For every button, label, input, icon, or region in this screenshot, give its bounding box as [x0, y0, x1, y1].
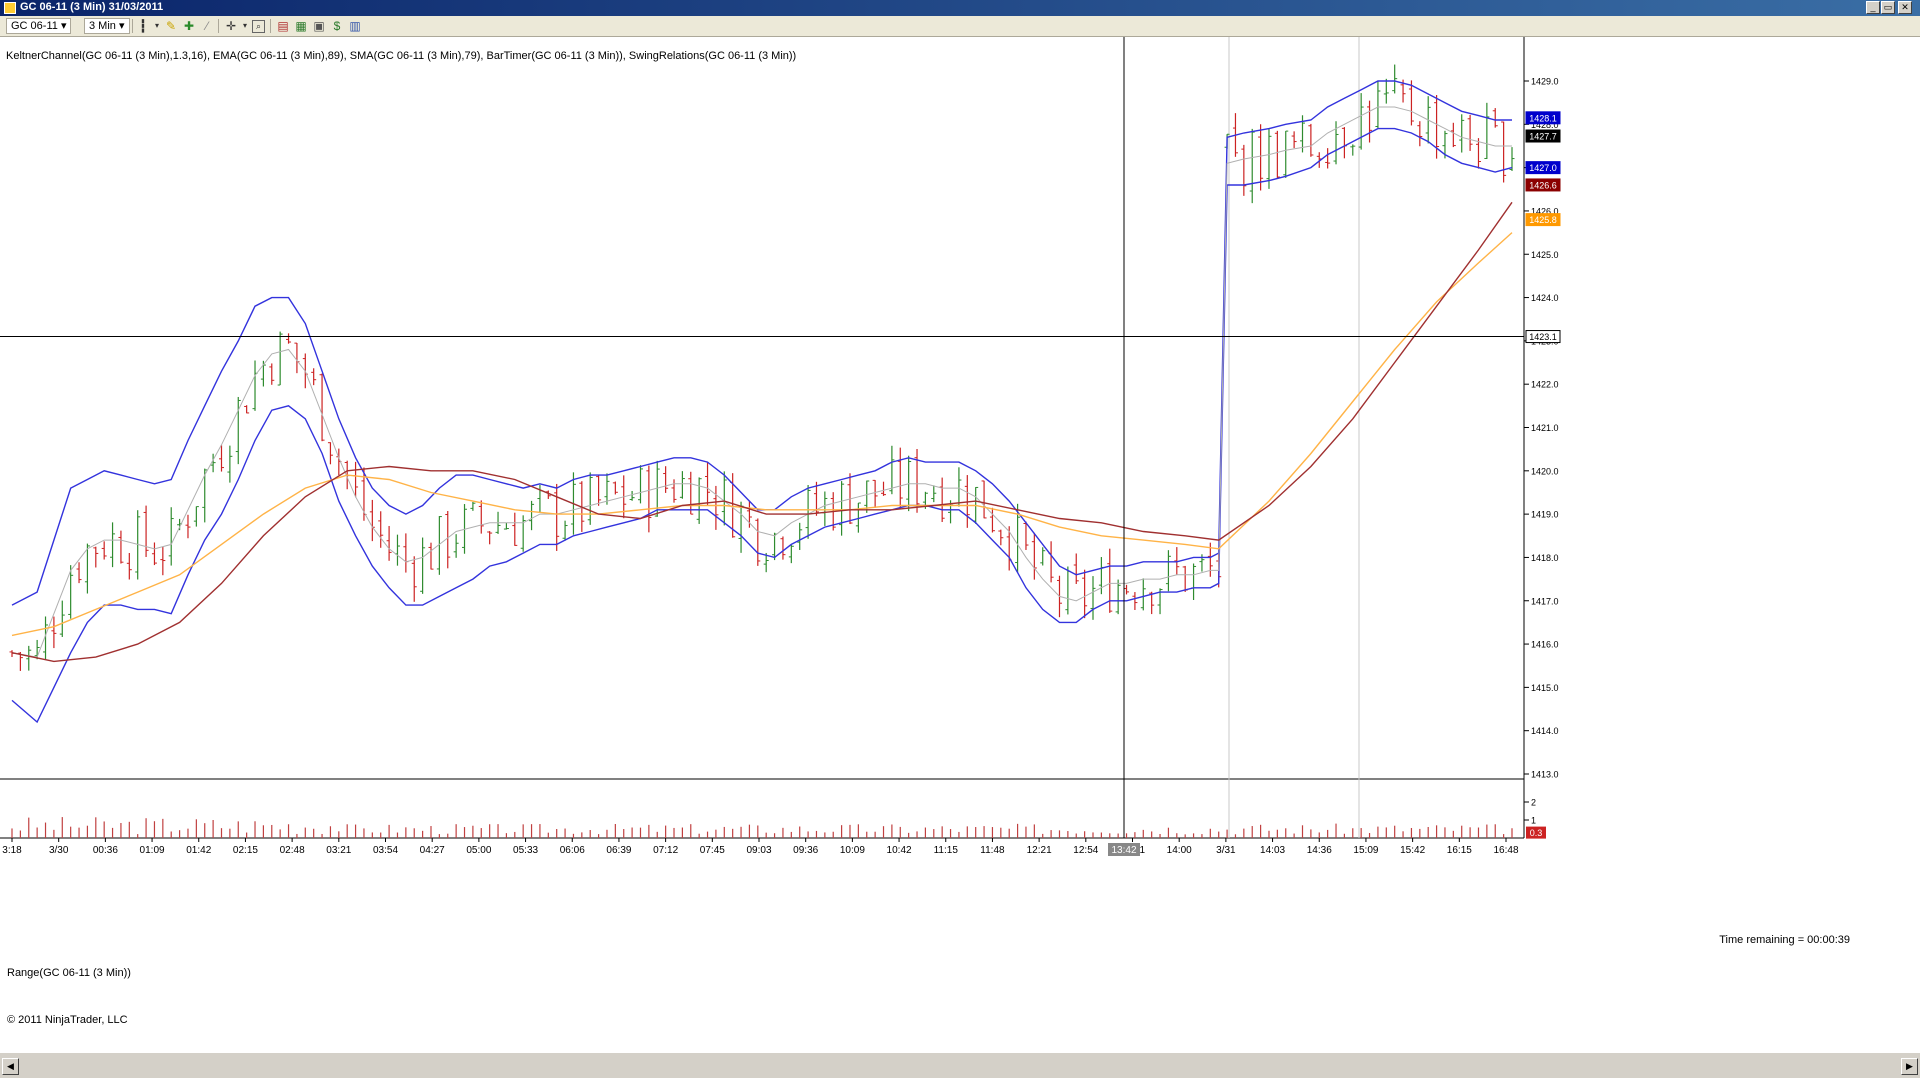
price-marker-label: 1427.0: [1529, 163, 1557, 173]
template-icon[interactable]: ▥: [348, 19, 362, 33]
interval-selector[interactable]: 3 Min ▾: [84, 18, 130, 34]
indicator-label: KeltnerChannel(GC 06-11 (3 Min),1.3,16),…: [6, 50, 796, 62]
close-icon: ✕: [1901, 2, 1909, 12]
time-tick-label: 01:09: [140, 845, 165, 856]
chevron-down-icon: ▾: [60, 20, 67, 32]
draw-pencil-icon[interactable]: ✎: [164, 19, 178, 33]
price-tick-label: 1424.0: [1531, 293, 1559, 303]
time-tick-label: 10:09: [840, 845, 865, 856]
time-tick-label: 02:15: [233, 845, 258, 856]
time-tick-label: 03:21: [326, 845, 351, 856]
price-tick-label: 1419.0: [1531, 510, 1559, 520]
interval-label: 3 Min: [89, 20, 116, 32]
toolbar-divider: [218, 19, 219, 33]
window-titlebar: GC 06-11 (3 Min) 31/03/2011 _ ▭ ✕: [0, 0, 1920, 16]
copyright-label: © 2011 NinjaTrader, LLC: [7, 1014, 128, 1026]
price-tick-label: 1422.0: [1531, 380, 1559, 390]
time-tick-label: 16:48: [1493, 845, 1518, 856]
time-tick-label: 10:42: [887, 845, 912, 856]
time-tick-label: 04:27: [420, 845, 445, 856]
time-tick-label: 3:18: [2, 845, 22, 856]
time-tick-label: 00:36: [93, 845, 118, 856]
maximize-button[interactable]: ▭: [1881, 1, 1895, 14]
bar-type-icon[interactable]: ┇: [136, 19, 150, 33]
time-tick-label: 09:03: [746, 845, 771, 856]
scroll-left-button[interactable]: ◀: [2, 1058, 19, 1075]
minimize-icon: _: [1870, 2, 1876, 12]
chevron-down-icon: ▾: [118, 20, 125, 32]
time-tick-label: 14:00: [1167, 845, 1192, 856]
toolbar-divider: [132, 19, 133, 33]
wand-icon[interactable]: ⁄: [200, 19, 214, 33]
instrument-selector[interactable]: GC 06-11 ▾: [6, 18, 72, 34]
time-remaining-label: Time remaining = 00:00:39: [1719, 934, 1850, 946]
chart-app-icon: [4, 2, 16, 14]
minimize-button[interactable]: _: [1866, 1, 1880, 14]
marker-icon[interactable]: ✚: [182, 19, 196, 33]
zoom-icon[interactable]: ⌕: [252, 20, 265, 33]
scroll-right-button[interactable]: ▶: [1901, 1058, 1918, 1075]
time-tick-label: 16:15: [1447, 845, 1472, 856]
price-tick-label: 1416.0: [1531, 640, 1559, 650]
chart-background: [0, 37, 1920, 1053]
time-tick-label: 15:09: [1353, 845, 1378, 856]
time-tick-label: 14:36: [1307, 845, 1332, 856]
crosshair-icon[interactable]: ✛: [224, 19, 238, 33]
time-tick-label: 03:54: [373, 845, 398, 856]
indicators-icon[interactable]: ▤: [276, 19, 290, 33]
price-tick-label: 1420.0: [1531, 466, 1559, 476]
time-tick-label: 05:33: [513, 845, 538, 856]
price-tick-label: 1417.0: [1531, 596, 1559, 606]
price-marker-label: 1428.1: [1529, 113, 1557, 123]
range-marker-label: 0.3: [1530, 828, 1543, 838]
chart-toolbar: GC 06-11 ▾ 3 Min ▾ ┇ ▾ ✎ ✚ ⁄ ✛ ▾ ⌕ ▤ ▦ ▣…: [0, 16, 1920, 37]
arrow-left-icon: ◀: [7, 1061, 14, 1071]
time-tick-label: 3/31: [1216, 845, 1236, 856]
time-tick-label: 11:15: [934, 845, 959, 856]
close-button[interactable]: ✕: [1898, 1, 1912, 14]
chevron-down-icon[interactable]: ▾: [150, 19, 164, 33]
time-tick-label: 07:12: [653, 845, 678, 856]
price-tick-label: 1418.0: [1531, 553, 1559, 563]
time-tick-label: 05:00: [466, 845, 491, 856]
time-tick-label: 15:42: [1400, 845, 1425, 856]
time-tick-label: 02:48: [280, 845, 305, 856]
time-tick-label: 3/30: [49, 845, 69, 856]
chevron-down-icon[interactable]: ▾: [238, 19, 252, 33]
time-tick-label: 06:39: [606, 845, 631, 856]
time-tick-label: 14:03: [1260, 845, 1285, 856]
price-marker-label: 1423.1: [1529, 332, 1557, 342]
arrow-right-icon: ▶: [1906, 1061, 1913, 1071]
horizontal-scrollbar[interactable]: ◀ ▶: [0, 1056, 1920, 1078]
range-tick-label: 1: [1531, 816, 1536, 826]
price-marker-label: 1427.7: [1529, 132, 1557, 142]
price-tick-label: 1415.0: [1531, 683, 1559, 693]
price-tick-label: 1421.0: [1531, 423, 1559, 433]
window-title: GC 06-11 (3 Min) 31/03/2011: [20, 1, 164, 13]
price-tick-label: 1413.0: [1531, 770, 1559, 780]
crosshair-time-label: 13:42: [1111, 845, 1136, 856]
time-tick-label: 07:45: [700, 845, 725, 856]
strategies-icon[interactable]: ▦: [294, 19, 308, 33]
price-marker-label: 1425.8: [1529, 215, 1557, 225]
toolbar-divider: [270, 19, 271, 33]
maximize-icon: ▭: [1883, 2, 1893, 12]
chart-panel[interactable]: KeltnerChannel(GC 06-11 (3 Min),1.3,16),…: [0, 37, 1920, 1053]
price-chart[interactable]: KeltnerChannel(GC 06-11 (3 Min),1.3,16),…: [0, 37, 1920, 1053]
time-tick-label: 12:54: [1073, 845, 1098, 856]
time-tick-label: 12:21: [1027, 845, 1052, 856]
range-indicator-label: Range(GC 06-11 (3 Min)): [7, 967, 131, 979]
time-tick-label: 01:42: [186, 845, 211, 856]
price-tick-label: 1429.0: [1531, 77, 1559, 87]
price-tick-label: 1414.0: [1531, 726, 1559, 736]
data-box-icon[interactable]: $: [330, 19, 344, 33]
price-tick-label: 1425.0: [1531, 250, 1559, 260]
time-tick-label: 06:06: [560, 845, 585, 856]
price-marker-label: 1426.6: [1529, 180, 1557, 190]
range-tick-label: 2: [1531, 798, 1536, 808]
time-tick-label: 09:36: [793, 845, 818, 856]
time-tick-label: 11:48: [980, 845, 1005, 856]
properties-icon[interactable]: ▣: [312, 19, 326, 33]
instrument-label: GC 06-11: [11, 20, 58, 32]
